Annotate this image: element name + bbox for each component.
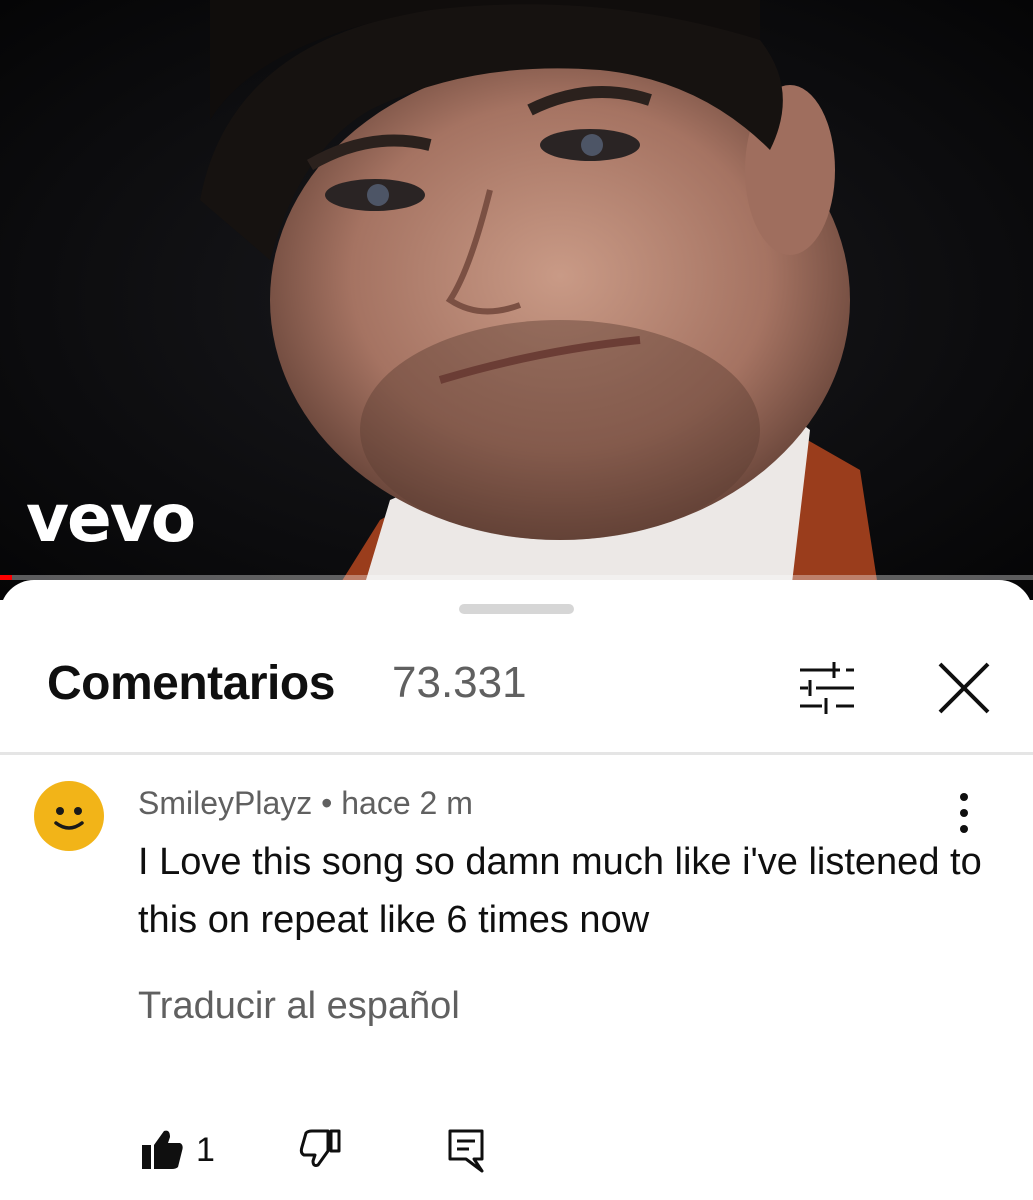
thumbs-up-filled-icon	[142, 1130, 183, 1169]
comments-sheet: Comentarios 73.331 SmileyPlayz • hace 2 …	[0, 580, 1033, 1200]
comments-header: Comentarios 73.331	[0, 644, 1033, 726]
like-count: 1	[196, 1131, 215, 1169]
video-player[interactable]: vevo	[0, 0, 1033, 600]
smiley-face-icon	[54, 807, 84, 830]
comment-item: SmileyPlayz • hace 2 m I Love this song …	[0, 755, 1033, 1200]
comment-actions: 1	[0, 1127, 1033, 1187]
video-progress-fill	[0, 575, 13, 580]
close-button[interactable]	[930, 654, 998, 722]
comment-text: I Love this song so damn much like i've …	[138, 841, 982, 941]
avatar[interactable]	[34, 781, 104, 851]
reply-button[interactable]	[444, 1127, 492, 1175]
close-icon	[938, 662, 990, 714]
dislike-button[interactable]	[298, 1127, 346, 1175]
comments-count: 73.331	[392, 658, 527, 707]
reply-comment-icon	[448, 1129, 484, 1173]
filter-sliders-icon	[800, 662, 854, 714]
translate-link[interactable]: Traducir al español	[138, 985, 460, 1028]
filter-button[interactable]	[794, 658, 858, 722]
vevo-logo: vevo	[26, 480, 196, 557]
comment-author-time[interactable]: SmileyPlayz • hace 2 m	[138, 785, 473, 822]
comments-title: Comentarios	[47, 657, 335, 710]
thumbs-down-icon	[299, 1129, 341, 1167]
app-screen: vevo Comentarios 73.331 SmileyPlayz • ha…	[0, 0, 1033, 1200]
like-button[interactable]	[140, 1127, 240, 1175]
drag-handle[interactable]	[459, 604, 574, 614]
